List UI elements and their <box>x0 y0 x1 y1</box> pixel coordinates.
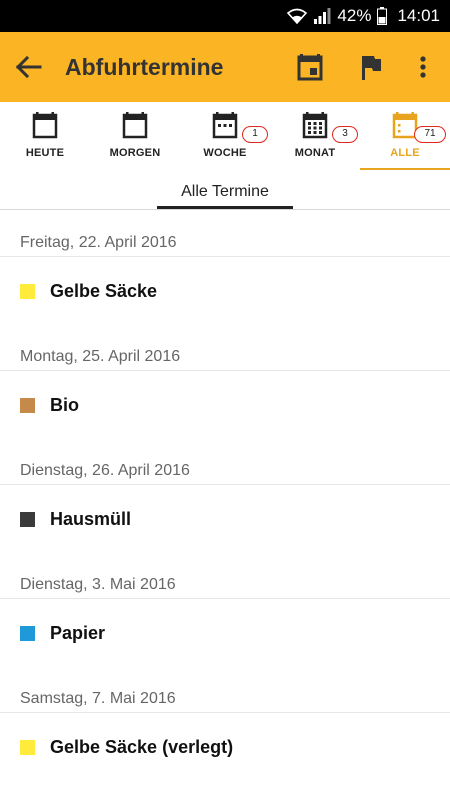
active-tab-indicator <box>360 168 450 170</box>
calendar-month-icon <box>302 111 328 139</box>
date-group: Dienstag, 3. Mai 2016 Papier <box>0 553 450 667</box>
date-header: Samstag, 7. Mai 2016 <box>0 667 450 713</box>
section-header: Alle Termine <box>0 172 450 210</box>
flag-icon[interactable] <box>356 52 386 82</box>
waste-type: Papier <box>50 622 106 643</box>
calendar-day-icon <box>122 111 148 139</box>
tab-bar: HEUTE MORGEN WOCHE 1 MONAT 3 ALLE 71 <box>0 102 450 172</box>
date-header: Dienstag, 26. April 2016 <box>0 439 450 485</box>
calendar-week-icon <box>212 111 238 139</box>
waste-color-swatch <box>20 739 35 755</box>
more-vertical-icon[interactable] <box>408 52 438 82</box>
calendar-icon[interactable] <box>295 52 325 82</box>
date-header: Freitag, 22. April 2016 <box>0 211 450 257</box>
date-group: Samstag, 7. Mai 2016 Gelbe Säcke (verleg… <box>0 667 450 781</box>
tab-monat[interactable]: MONAT 3 <box>270 102 360 172</box>
waste-color-swatch <box>20 625 35 641</box>
tab-label: WOCHE <box>203 147 247 159</box>
signal-icon <box>313 8 331 24</box>
battery-icon <box>377 7 388 25</box>
list-item[interactable]: Gelbe Säcke (verlegt) <box>0 713 450 781</box>
tab-label: MONAT <box>294 147 336 159</box>
appointment-list: Freitag, 22. April 2016 Gelbe Säcke Mont… <box>0 211 450 781</box>
date-group: Dienstag, 26. April 2016 Hausmüll <box>0 439 450 553</box>
app-bar: Abfuhrtermine <box>0 32 450 102</box>
battery-percent: 42% <box>337 6 372 25</box>
waste-color-swatch <box>20 283 35 299</box>
waste-type: Hausmüll <box>50 508 132 529</box>
section-title: Alle Termine <box>157 172 293 209</box>
page-title: Abfuhrtermine <box>65 54 224 80</box>
list-item[interactable]: Gelbe Säcke <box>0 257 450 325</box>
date-group: Freitag, 22. April 2016 Gelbe Säcke <box>0 211 450 325</box>
list-item[interactable]: Hausmüll <box>0 485 450 553</box>
waste-color-swatch <box>20 511 35 527</box>
clock: 14:01 <box>397 6 440 25</box>
waste-color-swatch <box>20 397 35 413</box>
count-badge: 71 <box>414 126 446 143</box>
list-item[interactable]: Papier <box>0 599 450 667</box>
arrow-back-icon[interactable] <box>14 53 44 81</box>
tab-morgen[interactable]: MORGEN <box>90 102 180 172</box>
wifi-icon <box>287 8 308 24</box>
status-bar: 42% 14:01 <box>0 0 450 32</box>
waste-type: Gelbe Säcke (verlegt) <box>50 736 234 757</box>
tab-woche[interactable]: WOCHE 1 <box>180 102 270 172</box>
tab-label: HEUTE <box>25 147 65 159</box>
calendar-day-icon <box>32 111 58 139</box>
waste-type: Bio <box>50 394 79 415</box>
date-header: Dienstag, 3. Mai 2016 <box>0 553 450 599</box>
waste-type: Gelbe Säcke <box>50 280 158 301</box>
tab-alle[interactable]: ALLE 71 <box>360 102 450 172</box>
date-header: Montag, 25. April 2016 <box>0 325 450 371</box>
count-badge: 1 <box>242 126 268 143</box>
count-badge: 3 <box>332 126 358 143</box>
date-group: Montag, 25. April 2016 Bio <box>0 325 450 439</box>
list-item[interactable]: Bio <box>0 371 450 439</box>
tab-label: ALLE <box>390 147 420 159</box>
tab-heute[interactable]: HEUTE <box>0 102 90 172</box>
tab-label: MORGEN <box>109 147 161 159</box>
